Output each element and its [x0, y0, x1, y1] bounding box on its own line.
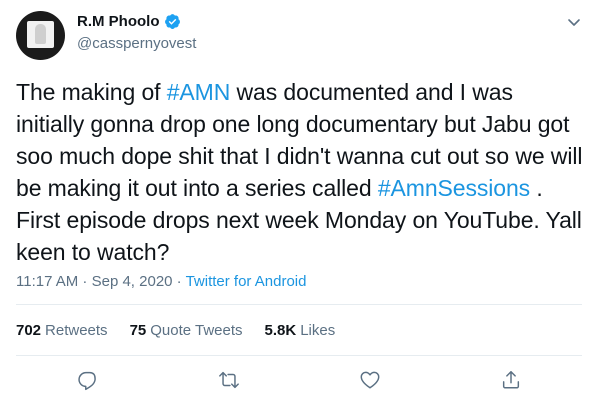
likes-count: 5.8K — [264, 322, 297, 339]
author-name-row: R.M Phoolo — [77, 13, 181, 30]
like-icon[interactable] — [359, 369, 381, 391]
avatar-figure — [35, 24, 46, 44]
divider — [16, 355, 582, 356]
avatar[interactable] — [16, 11, 65, 60]
meta-separator: · — [172, 273, 186, 290]
user-handle[interactable]: @casspernyovest — [77, 35, 196, 52]
retweets-label: Retweets — [45, 322, 108, 339]
tweet-stats: 702 Retweets 75 Quote Tweets 5.8K Likes — [16, 322, 357, 339]
tweet-date[interactable]: Sep 4, 2020 — [92, 273, 173, 290]
tweet-time[interactable]: 11:17 AM — [16, 273, 78, 290]
tweet-text: The making of #AMN was documented and I … — [16, 76, 586, 268]
retweets-count: 702 — [16, 322, 42, 339]
hashtag-link-amn[interactable]: #AMN — [167, 79, 231, 105]
meta-separator: · — [78, 273, 92, 290]
quote-tweets-count: 75 — [129, 322, 147, 339]
tweet-source-link[interactable]: Twitter for Android — [186, 273, 307, 290]
quote-tweets-stat[interactable]: 75 Quote Tweets — [130, 322, 243, 339]
chevron-down-icon[interactable] — [566, 14, 582, 30]
divider — [16, 304, 582, 305]
quote-tweets-label: Quote Tweets — [150, 322, 243, 339]
likes-label: Likes — [300, 322, 336, 339]
share-icon[interactable] — [500, 369, 522, 391]
retweet-icon[interactable] — [218, 369, 240, 391]
hashtag-link-amnsessions[interactable]: #AmnSessions — [378, 175, 530, 201]
tweet-card: R.M Phoolo @casspernyovest The making of… — [0, 0, 598, 404]
verified-badge-icon — [164, 13, 181, 30]
tweet-actions-bar — [0, 369, 598, 393]
tweet-text-segment: The making of — [16, 79, 167, 105]
display-name[interactable]: R.M Phoolo — [77, 13, 160, 30]
reply-icon[interactable] — [77, 369, 99, 391]
retweets-stat[interactable]: 702 Retweets — [16, 322, 108, 339]
tweet-meta: 11:17 AM · Sep 4, 2020 · Twitter for And… — [16, 273, 306, 290]
likes-stat[interactable]: 5.8K Likes — [265, 322, 336, 339]
